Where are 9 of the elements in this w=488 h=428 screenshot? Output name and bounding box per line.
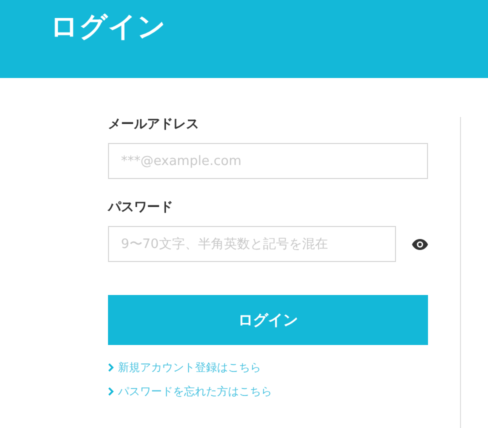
chevron-icon: [108, 387, 114, 396]
email-label: メールアドレス: [108, 116, 199, 134]
text-link[interactable]: 新規アカウント登録はこちら: [108, 359, 261, 376]
eye-icon[interactable]: [412, 238, 428, 250]
text-link[interactable]: パスワードを忘れた方はこちら: [108, 383, 272, 400]
page-title: ログイン: [50, 9, 166, 45]
chevron-icon: [108, 363, 114, 372]
password-label: パスワード: [108, 199, 173, 217]
login-button[interactable]: ログイン: [108, 295, 428, 345]
